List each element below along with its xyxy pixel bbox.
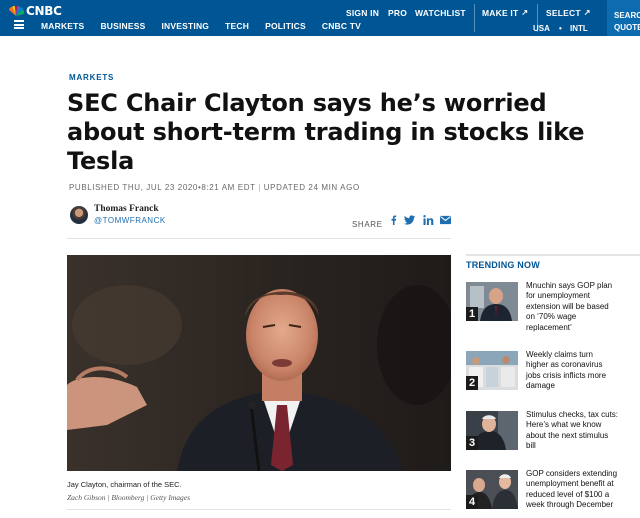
pro-link[interactable]: PRO — [388, 8, 407, 18]
photo-caption: Jay Clayton, chairman of the SEC. — [67, 480, 182, 489]
trending-thumbnail: 1 — [466, 282, 518, 321]
select-label: SELECT — [546, 8, 581, 18]
nav-business[interactable]: BUSINESS — [100, 21, 145, 31]
cnbc-logo[interactable]: CNBC — [8, 4, 62, 18]
trending-line: unemployment benefit at — [526, 479, 614, 489]
nav-investing[interactable]: INVESTING — [162, 21, 210, 31]
trending-rank: 4 — [466, 495, 478, 509]
nav-tech[interactable]: TECH — [225, 21, 249, 31]
share-label: SHARE — [352, 220, 383, 229]
photo-illustration — [67, 255, 451, 471]
trending-thumbnail: 4 — [466, 470, 518, 509]
quote-label: QUOTE — [614, 23, 640, 32]
select-link[interactable]: SELECT ↗ — [546, 8, 591, 18]
logo-text: CNBC — [26, 4, 62, 18]
search-label: SEARCH — [614, 11, 640, 20]
hamburger-menu-icon[interactable] — [14, 20, 24, 29]
trending-item[interactable]: 1 Mnuchin says GOP plan for unemployment… — [466, 281, 640, 334]
watchlist-link[interactable]: WATCHLIST — [415, 8, 466, 18]
region-separator: • — [559, 24, 562, 33]
make-it-link[interactable]: MAKE IT ↗ — [482, 8, 528, 18]
sign-in-link[interactable]: SIGN IN — [346, 8, 379, 18]
trending-headline: Stimulus checks, tax cuts: Here’s what w… — [526, 410, 640, 452]
trending-thumbnail: 3 — [466, 411, 518, 450]
trending-line: reduced level of $100 a — [526, 489, 610, 499]
trending-line: Here’s what we know — [526, 420, 602, 430]
header-divider — [67, 238, 451, 239]
trending-headline: Mnuchin says GOP plan for unemployment e… — [526, 281, 640, 333]
photo-credit: Zach Gibson | Bloomberg | Getty Images — [67, 493, 190, 502]
trending-line: extension will be based — [526, 301, 609, 311]
trending-line: higher as coronavirus — [526, 360, 603, 370]
article-headline: SEC Chair Clayton says he’s worried abou… — [67, 89, 587, 176]
nav-politics[interactable]: POLITICS — [265, 21, 306, 31]
trending-line: jobs crisis inflicts more — [526, 370, 607, 380]
linkedin-icon[interactable] — [423, 214, 434, 226]
email-icon[interactable] — [440, 214, 451, 226]
make-it-label: MAKE IT — [482, 8, 519, 18]
external-link-icon: ↗ — [583, 8, 591, 17]
headline-line: about short-term trading in stocks like — [67, 118, 585, 146]
trending-line: about the next stimulus — [526, 430, 609, 440]
caption-divider — [67, 509, 451, 510]
trending-line: week through December — [526, 500, 614, 510]
trending-line: replacement’ — [526, 322, 572, 332]
region-intl[interactable]: INTL — [570, 24, 588, 33]
timestamp-separator: | — [258, 183, 261, 192]
author-name[interactable]: Thomas Franck — [94, 204, 159, 214]
headline-line: Tesla — [67, 147, 135, 175]
external-link-icon: ↗ — [521, 8, 529, 17]
hero-photo[interactable] — [67, 255, 451, 471]
trending-line: Mnuchin says GOP plan — [526, 281, 613, 290]
facebook-icon[interactable] — [388, 214, 399, 226]
headline-line: SEC Chair Clayton says he’s worried — [67, 89, 547, 117]
trending-thumbnail: 2 — [466, 351, 518, 390]
trending-headline: Weekly claims turn higher as coronavirus… — [526, 350, 640, 392]
trending-rank: 1 — [466, 307, 478, 321]
trending-line: damage — [526, 381, 555, 391]
top-nav-bar: CNBC MARKETS BUSINESS INVESTING TECH POL… — [0, 0, 640, 36]
region-usa[interactable]: USA — [533, 24, 550, 33]
trending-line: Stimulus checks, tax cuts: — [526, 410, 619, 419]
trending-line: GOP considers extending — [526, 469, 618, 478]
nav-cnbc-tv[interactable]: CNBC TV — [322, 21, 361, 31]
trending-now-heading: TRENDING NOW — [466, 260, 540, 270]
trending-top-rule — [466, 254, 640, 256]
trending-rank: 2 — [466, 376, 478, 390]
section-nav: MARKETS BUSINESS INVESTING TECH POLITICS… — [41, 21, 377, 31]
updated-time: UPDATED 24 MIN AGO — [263, 183, 360, 192]
trending-line: on ‘70% wage — [526, 312, 577, 322]
peacock-icon — [9, 5, 24, 16]
trending-line: Weekly claims turn — [526, 350, 593, 359]
author-twitter-handle[interactable]: @TOMWFRANCK — [94, 216, 166, 225]
author-avatar[interactable] — [70, 206, 88, 224]
published-date: PUBLISHED THU, JUL 23 2020•8:21 AM EDT — [69, 183, 256, 192]
trending-item[interactable]: 2 Weekly claims turn higher as coronavir… — [466, 350, 640, 393]
article-section-label[interactable]: MARKETS — [69, 73, 114, 82]
twitter-icon[interactable] — [404, 214, 415, 226]
trending-rank: 3 — [466, 436, 478, 450]
trending-line: bill — [526, 441, 536, 451]
trending-item[interactable]: 3 Stimulus checks, tax cuts: Here’s what… — [466, 410, 640, 453]
nav-divider — [474, 4, 475, 32]
trending-item[interactable]: 4 GOP considers extending unemployment b… — [466, 469, 640, 512]
trending-headline: GOP considers extending unemployment ben… — [526, 469, 640, 511]
nav-markets[interactable]: MARKETS — [41, 21, 84, 31]
search-quote-box[interactable]: SEARCH QUOTE — [607, 0, 640, 36]
publish-timestamp: PUBLISHED THU, JUL 23 2020•8:21 AM EDT |… — [69, 183, 360, 192]
trending-line: for unemployment — [526, 291, 591, 301]
